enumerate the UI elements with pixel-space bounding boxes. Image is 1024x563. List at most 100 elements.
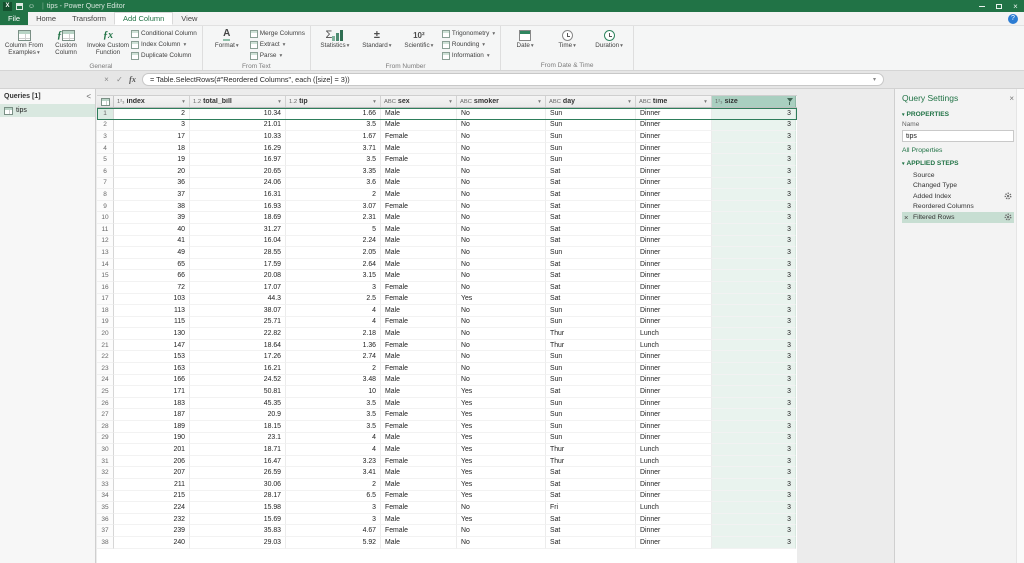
- cell-total_bill[interactable]: 50.81: [190, 386, 286, 398]
- cell-sex[interactable]: Male: [381, 305, 457, 317]
- scientific-button[interactable]: 10² Scientific▾: [398, 27, 440, 62]
- cell-time[interactable]: Dinner: [636, 398, 712, 410]
- cell-size[interactable]: 3: [712, 363, 796, 375]
- gear-icon[interactable]: [1004, 213, 1012, 221]
- tab-transform[interactable]: Transform: [64, 12, 114, 25]
- cell-size[interactable]: 3: [712, 108, 796, 120]
- gear-icon[interactable]: [1004, 192, 1012, 200]
- row-number[interactable]: 33: [97, 479, 114, 491]
- cell-time[interactable]: Dinner: [636, 317, 712, 329]
- cell-size[interactable]: 3: [712, 433, 796, 445]
- cell-tip[interactable]: 3.07: [286, 201, 381, 213]
- cell-smoker[interactable]: No: [457, 131, 546, 143]
- row-number[interactable]: 10: [97, 212, 114, 224]
- cell-smoker[interactable]: No: [457, 328, 546, 340]
- cell-tip[interactable]: 3.5: [286, 154, 381, 166]
- cell-tip[interactable]: 3.23: [286, 456, 381, 468]
- applied-step-reordered-columns[interactable]: Reordered Columns: [902, 202, 1014, 213]
- cell-total_bill[interactable]: 29.03: [190, 537, 286, 549]
- cell-total_bill[interactable]: 22.82: [190, 328, 286, 340]
- statistics-button[interactable]: Σ Statistics▾: [314, 27, 356, 62]
- cell-smoker[interactable]: No: [457, 305, 546, 317]
- cell-index[interactable]: 163: [114, 363, 190, 375]
- cell-index[interactable]: 18: [114, 143, 190, 155]
- cell-time[interactable]: Dinner: [636, 537, 712, 549]
- rounding-button[interactable]: Rounding▾: [442, 39, 495, 50]
- cell-time[interactable]: Lunch: [636, 502, 712, 514]
- cell-total_bill[interactable]: 21.01: [190, 120, 286, 132]
- column-dropdown-icon[interactable]: ▾: [275, 99, 284, 105]
- cell-index[interactable]: 113: [114, 305, 190, 317]
- cell-day[interactable]: Sat: [546, 525, 636, 537]
- cell-tip[interactable]: 3: [286, 502, 381, 514]
- cell-size[interactable]: 3: [712, 131, 796, 143]
- formula-expand-icon[interactable]: ▾: [873, 76, 876, 83]
- cell-day[interactable]: Sat: [546, 189, 636, 201]
- column-dropdown-icon[interactable]: ▾: [179, 99, 188, 105]
- row-number[interactable]: 35: [97, 502, 114, 514]
- cell-sex[interactable]: Male: [381, 259, 457, 271]
- cell-day[interactable]: Sun: [546, 143, 636, 155]
- commit-formula-icon[interactable]: ✓: [113, 75, 126, 84]
- cell-sex[interactable]: Female: [381, 340, 457, 352]
- cell-day[interactable]: Sun: [546, 433, 636, 445]
- cell-index[interactable]: 65: [114, 259, 190, 271]
- cell-index[interactable]: 17: [114, 131, 190, 143]
- cell-index[interactable]: 187: [114, 409, 190, 421]
- cell-size[interactable]: 3: [712, 154, 796, 166]
- cell-total_bill[interactable]: 17.59: [190, 259, 286, 271]
- cell-smoker[interactable]: No: [457, 212, 546, 224]
- cell-tip[interactable]: 2: [286, 189, 381, 201]
- row-number[interactable]: 23: [97, 363, 114, 375]
- cell-tip[interactable]: 5.92: [286, 537, 381, 549]
- cell-index[interactable]: 166: [114, 375, 190, 387]
- cell-total_bill[interactable]: 28.17: [190, 491, 286, 503]
- cell-tip[interactable]: 1.67: [286, 131, 381, 143]
- cell-index[interactable]: 130: [114, 328, 190, 340]
- cell-sex[interactable]: Male: [381, 467, 457, 479]
- cell-smoker[interactable]: No: [457, 178, 546, 190]
- cell-index[interactable]: 19: [114, 154, 190, 166]
- cell-tip[interactable]: 3.5: [286, 409, 381, 421]
- cell-total_bill[interactable]: 16.97: [190, 154, 286, 166]
- cell-time[interactable]: Dinner: [636, 363, 712, 375]
- cell-size[interactable]: 3: [712, 444, 796, 456]
- cell-sex[interactable]: Female: [381, 502, 457, 514]
- cell-day[interactable]: Sat: [546, 212, 636, 224]
- feedback-smiley-icon[interactable]: ☺: [27, 2, 36, 11]
- cell-time[interactable]: Dinner: [636, 375, 712, 387]
- cell-day[interactable]: Sat: [546, 294, 636, 306]
- close-button[interactable]: ×: [1007, 0, 1024, 12]
- cell-tip[interactable]: 2.31: [286, 212, 381, 224]
- row-number[interactable]: 28: [97, 421, 114, 433]
- cell-index[interactable]: 240: [114, 537, 190, 549]
- cell-smoker[interactable]: No: [457, 270, 546, 282]
- row-number[interactable]: 25: [97, 386, 114, 398]
- cell-total_bill[interactable]: 25.71: [190, 317, 286, 329]
- column-header-total_bill[interactable]: 1.2total_bill▾: [190, 96, 286, 107]
- row-number[interactable]: 11: [97, 224, 114, 236]
- cell-smoker[interactable]: Yes: [457, 294, 546, 306]
- cell-sex[interactable]: Male: [381, 189, 457, 201]
- cell-time[interactable]: Dinner: [636, 491, 712, 503]
- row-number[interactable]: 19: [97, 317, 114, 329]
- query-item-tips[interactable]: tips: [0, 104, 95, 117]
- cell-time[interactable]: Dinner: [636, 259, 712, 271]
- applied-steps-heading[interactable]: ▾ APPLIED STEPS: [902, 160, 1014, 167]
- cell-day[interactable]: Sun: [546, 351, 636, 363]
- cell-smoker[interactable]: No: [457, 236, 546, 248]
- duration-button[interactable]: Duration▾: [588, 27, 630, 61]
- cell-time[interactable]: Dinner: [636, 154, 712, 166]
- cell-day[interactable]: Sat: [546, 201, 636, 213]
- cell-tip[interactable]: 3: [286, 282, 381, 294]
- cell-smoker[interactable]: Yes: [457, 514, 546, 526]
- cell-smoker[interactable]: Yes: [457, 421, 546, 433]
- cell-total_bill[interactable]: 10.33: [190, 131, 286, 143]
- row-number[interactable]: 26: [97, 398, 114, 410]
- cell-size[interactable]: 3: [712, 328, 796, 340]
- cell-total_bill[interactable]: 45.35: [190, 398, 286, 410]
- cell-day[interactable]: Sat: [546, 236, 636, 248]
- settings-scrollbar[interactable]: [1016, 89, 1024, 563]
- cell-sex[interactable]: Female: [381, 282, 457, 294]
- cell-smoker[interactable]: No: [457, 143, 546, 155]
